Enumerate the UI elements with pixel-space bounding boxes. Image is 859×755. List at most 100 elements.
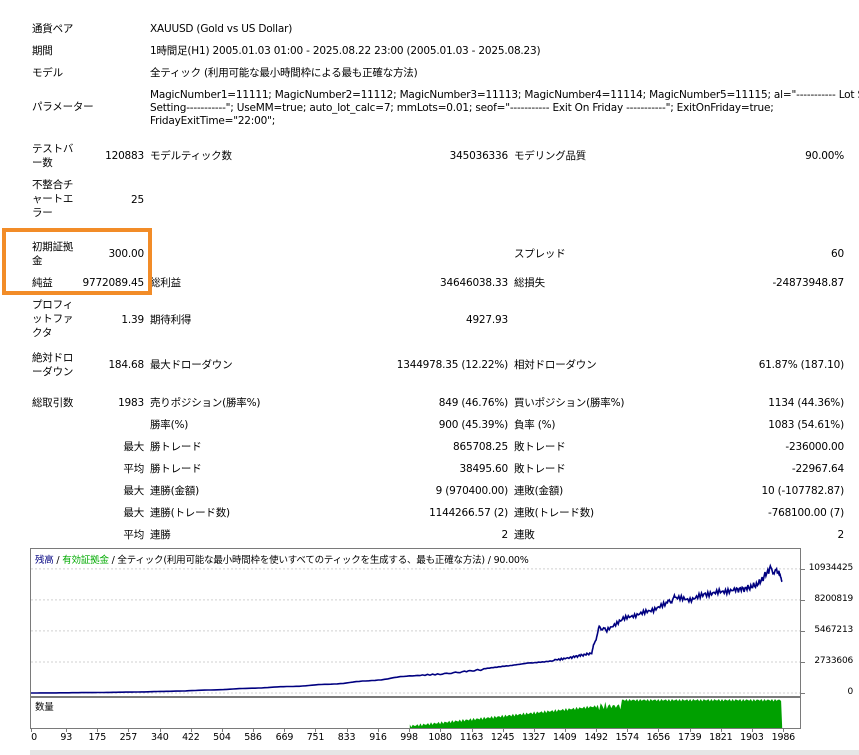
- x-tick-label: 0: [31, 732, 37, 743]
- x-tick-label: 1409: [553, 732, 577, 743]
- max-prefix-1: 最大: [123, 441, 144, 453]
- x-tick-label: 93: [60, 732, 73, 743]
- abs-dd-label-2: ーダウン: [32, 366, 74, 378]
- x-tick-label: 998: [400, 732, 418, 743]
- largest-loss-value: -236000.00: [785, 441, 844, 453]
- x-tick-label: 1986: [771, 732, 796, 743]
- max-prefix-3: 最大: [123, 507, 144, 519]
- max-consec-loss-value: 10 (-107782.87): [761, 485, 845, 497]
- x-tick-label: 1080: [428, 732, 452, 743]
- winrate-value: 900 (45.39%): [438, 419, 508, 431]
- mismatch-label-2: ャートエ: [32, 193, 74, 205]
- y-tick-label: 2733606: [814, 655, 853, 666]
- x-tick-label: 1245: [490, 732, 515, 743]
- ticks-value: 345036336: [449, 150, 509, 162]
- period-label: 期間: [32, 45, 53, 57]
- x-tick-label: 257: [119, 732, 138, 743]
- x-tick-label: 916: [369, 732, 387, 743]
- params-line-3: FridayExitTime="22:00";: [150, 115, 276, 127]
- gross-loss-value: -24873948.87: [772, 277, 844, 289]
- winrate-label: 勝率(%): [150, 419, 189, 431]
- y-tick: [801, 568, 805, 570]
- x-tick-label: 1163: [459, 732, 484, 743]
- max-consec-lossamt-value: -768100.00 (7): [768, 507, 844, 519]
- y-tick-label: 10934425: [808, 562, 853, 573]
- pf-value: 1.39: [121, 314, 144, 326]
- total-trades-value: 1983: [118, 397, 144, 409]
- period-value: 1時間足(H1) 2005.01.03 01:00 - 2025.08.22 2…: [150, 45, 541, 57]
- x-tick-label: 175: [88, 732, 107, 743]
- y-axis: 10934425 8200819 5467213 2733606 0: [801, 548, 859, 697]
- avg-prefix-2: 平均: [123, 529, 144, 541]
- max-consec-win-label: 連勝(金額): [150, 485, 199, 497]
- max-dd-label: 最大ドローダウン: [150, 359, 233, 371]
- y-tick-label: 0: [847, 687, 853, 697]
- bars-label-1: テストバ: [32, 143, 74, 155]
- spread-value: 60: [831, 248, 844, 260]
- x-tick-label: 1656: [646, 732, 671, 743]
- highlight-box: [2, 228, 152, 295]
- pf-label-1: プロフィ: [32, 299, 73, 311]
- y-tick: [801, 661, 805, 663]
- x-tick-label: 833: [337, 732, 356, 743]
- mismatch-label-3: ラー: [32, 207, 53, 219]
- avg-loss-label: 敗トレード: [514, 463, 566, 475]
- x-tick-label: 1327: [521, 732, 546, 743]
- x-tick-label: 340: [151, 732, 169, 743]
- balance-chart[interactable]: 残高 / 有効証拠金 / 全ティック(利用可能な最小時間枠を使いすべてのティック…: [30, 548, 801, 697]
- gross-profit-value: 34646038.33: [440, 277, 508, 289]
- max-dd-value: 1344978.35 (12.22%): [396, 359, 508, 371]
- quality-value: 90.00%: [805, 150, 844, 162]
- long-value: 1134 (44.36%): [768, 397, 844, 409]
- params-label: パラメーター: [32, 101, 94, 113]
- avg-win-value: 38495.60: [459, 463, 508, 475]
- avg-consec-win-value: 2: [501, 529, 509, 541]
- pf-label-2: ットファ: [32, 313, 74, 325]
- avg-consec-loss-label: 連敗: [514, 529, 535, 541]
- x-tick-label: 1574: [615, 732, 640, 743]
- rel-dd-value: 61.87% (187.10): [758, 359, 845, 371]
- volume-plot: [409, 699, 783, 728]
- abs-dd-value: 184.68: [108, 359, 144, 371]
- y-tick: [801, 599, 805, 601]
- avg-consec-loss-value: 2: [837, 529, 845, 541]
- bars-label-2: ー数: [32, 157, 53, 169]
- y-tick: [801, 693, 805, 694]
- expected-value: 4927.93: [465, 314, 508, 326]
- gross-profit-label: 総利益: [150, 277, 181, 289]
- rel-dd-label: 相対ドローダウン: [514, 359, 597, 371]
- x-tick-label: 669: [275, 732, 294, 743]
- max-prefix-2: 最大: [123, 485, 144, 497]
- max-consec-profit-label: 連勝(トレード数): [150, 507, 230, 519]
- avg-prefix-1: 平均: [123, 463, 144, 475]
- y-tick-label: 5467213: [814, 624, 853, 635]
- max-consec-loss-label: 連敗(金額): [514, 485, 563, 497]
- gross-loss-label: 総損失: [514, 277, 545, 289]
- horizontal-scrollbar[interactable]: [30, 750, 859, 755]
- mismatch-value: 25: [131, 194, 144, 206]
- x-tick-label: 1821: [709, 732, 733, 743]
- largest-win-label: 勝トレード: [150, 441, 202, 453]
- largest-loss-label: 敗トレード: [514, 441, 566, 453]
- ticks-label: モデルティック数: [150, 150, 232, 162]
- model-label: モデル: [32, 67, 63, 79]
- avg-win-label: 勝トレード: [150, 463, 202, 475]
- max-consec-win-value: 9 (970400.00): [435, 485, 509, 497]
- params-line-1: MagicNumber1=11111; MagicNumber2=11112; …: [150, 89, 859, 101]
- x-tick-label: 586: [244, 732, 262, 743]
- pf-label-3: クタ: [32, 327, 53, 339]
- largest-win-value: 865708.25: [453, 441, 508, 453]
- lossrate-label: 負率 (%): [514, 419, 556, 431]
- x-tick-label: 1739: [678, 732, 702, 743]
- total-trades-label: 総取引数: [32, 397, 74, 409]
- bars-value: 120883: [105, 150, 144, 162]
- long-label: 買いポジション(勝率%): [514, 397, 625, 409]
- short-value: 849 (46.76%): [438, 397, 508, 409]
- max-consec-lossamt-label: 連敗(トレード数): [514, 507, 594, 519]
- abs-dd-label-1: 絶対ドロ: [32, 352, 74, 364]
- x-tick-label: 751: [306, 732, 325, 743]
- x-tick-label: 1903: [740, 732, 764, 743]
- quality-label: モデリング品質: [514, 150, 587, 162]
- short-label: 売りポジション(勝率%): [150, 397, 261, 409]
- model-value: 全ティック (利用可能な最小時間枠による最も正確な方法): [150, 67, 418, 79]
